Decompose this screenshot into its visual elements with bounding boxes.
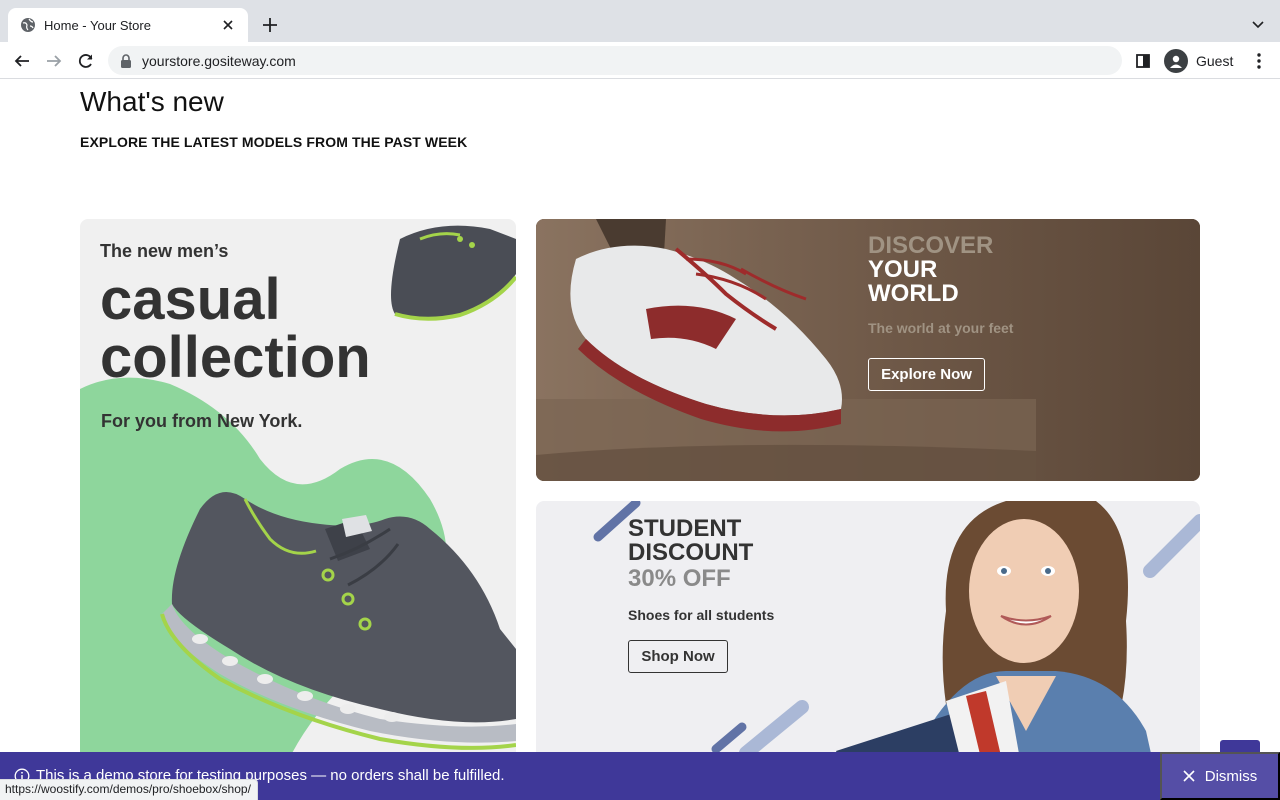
address-url: yourstore.gositeway.com bbox=[142, 52, 296, 69]
page-content: What's new EXPLORE THE LATEST MODELS FRO… bbox=[0, 80, 1280, 800]
discover-title-line2: WORLD bbox=[868, 280, 959, 307]
profile-label: Guest bbox=[1196, 53, 1234, 69]
casual-tagline: For you from New York. bbox=[101, 411, 303, 431]
casual-headline-line1: casual bbox=[100, 267, 281, 332]
dismiss-button[interactable]: Dismiss bbox=[1160, 752, 1280, 800]
casual-eyebrow: The new men’s bbox=[100, 241, 229, 261]
student-caption: Shoes for all students bbox=[628, 607, 775, 623]
address-bar[interactable]: yourstore.gositeway.com bbox=[108, 46, 1122, 75]
lock-icon[interactable] bbox=[120, 53, 132, 68]
side-panel-icon[interactable] bbox=[1130, 48, 1156, 74]
casual-headline: casual collection bbox=[100, 271, 371, 387]
shop-now-button[interactable]: Shop Now bbox=[628, 640, 728, 673]
student-title: STUDENT DISCOUNT bbox=[628, 517, 828, 565]
tab-search-chevron-icon[interactable] bbox=[1246, 13, 1270, 37]
dismiss-label: Dismiss bbox=[1204, 767, 1258, 785]
casual-headline-line2: collection bbox=[100, 325, 371, 390]
browser-toolbar: yourstore.gositeway.com Guest bbox=[0, 42, 1280, 79]
student-title-line2: DISCOUNT bbox=[628, 539, 754, 566]
browser-tab[interactable]: Home - Your Store bbox=[8, 8, 248, 42]
discover-caption: The world at your feet bbox=[868, 320, 1014, 336]
link-status-bubble: https://woostify.com/demos/pro/shoebox/s… bbox=[0, 779, 258, 800]
reload-icon[interactable] bbox=[72, 47, 100, 75]
profile-button[interactable]: Guest bbox=[1162, 47, 1240, 75]
discover-world-banner[interactable]: DISCOVER YOUR WORLD The world at your fe… bbox=[536, 219, 1200, 481]
forward-arrow-icon[interactable] bbox=[40, 47, 68, 75]
new-tab-plus-icon[interactable] bbox=[258, 13, 282, 37]
tab-title: Home - Your Store bbox=[44, 17, 151, 33]
section-title: What's new bbox=[80, 86, 224, 117]
discover-title: YOUR WORLD bbox=[868, 258, 1068, 306]
section-subtitle: EXPLORE THE LATEST MODELS FROM THE PAST … bbox=[80, 134, 468, 150]
browser-menu-icon[interactable] bbox=[1248, 49, 1270, 73]
student-offer: 30% OFF bbox=[628, 565, 731, 592]
back-arrow-icon[interactable] bbox=[8, 47, 36, 75]
casual-collection-banner[interactable]: The new men’s casual collection For you … bbox=[80, 219, 516, 800]
discover-title-line1: YOUR bbox=[868, 256, 938, 283]
close-icon bbox=[1183, 770, 1195, 782]
avatar-icon bbox=[1164, 49, 1188, 73]
discover-kicker: DISCOVER bbox=[868, 232, 994, 259]
close-tab-icon[interactable] bbox=[218, 15, 238, 35]
globe-icon bbox=[20, 17, 36, 33]
explore-now-button[interactable]: Explore Now bbox=[868, 358, 985, 391]
student-title-line1: STUDENT bbox=[628, 515, 742, 542]
tab-strip: Home - Your Store bbox=[0, 0, 1280, 42]
